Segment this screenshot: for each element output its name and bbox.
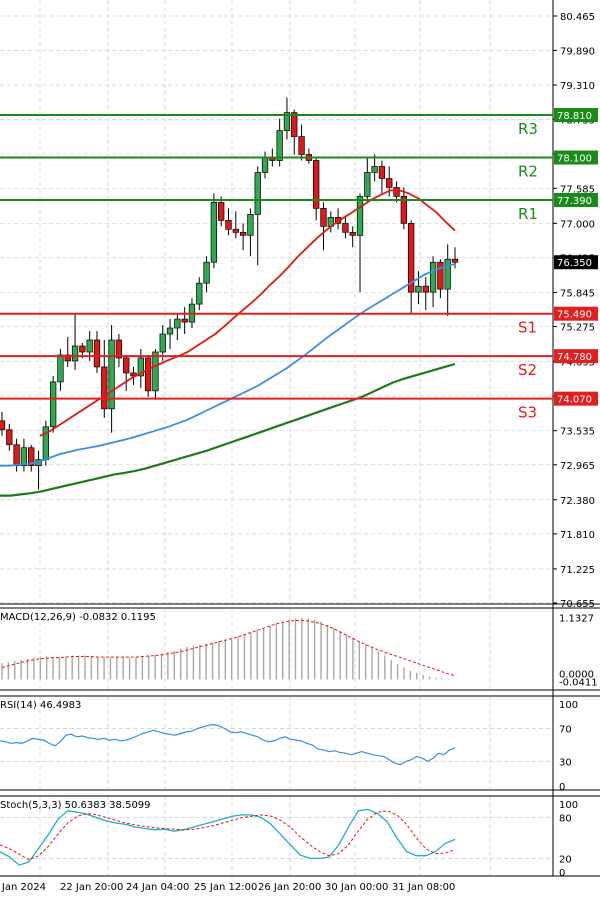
level-name-r3: R3 bbox=[518, 120, 538, 138]
bear-candle bbox=[13, 444, 20, 467]
bull-candle bbox=[356, 196, 364, 236]
macd-signal-line bbox=[1, 620, 456, 677]
rsi-tick-label: 100 bbox=[559, 700, 578, 711]
bear-candle bbox=[181, 318, 188, 323]
bear-candle bbox=[144, 357, 152, 392]
bull-candle bbox=[364, 172, 371, 197]
bull-candle bbox=[86, 339, 93, 353]
level-tag-text-r3: 78.810 bbox=[557, 111, 592, 122]
bear-candle bbox=[320, 208, 327, 227]
price-tick-label: 75.845 bbox=[560, 288, 595, 299]
bear-candle bbox=[93, 339, 101, 368]
level-tag-text-s2: 74.780 bbox=[557, 352, 592, 363]
time-axis-label: 26 Jan 20:00 bbox=[258, 882, 321, 893]
stoch-tick-label: 0 bbox=[559, 868, 565, 879]
macd-tick-label: 1.1327 bbox=[559, 614, 594, 625]
bear-candle bbox=[298, 136, 305, 155]
bull-candle bbox=[276, 130, 283, 161]
price-tick-label: 79.310 bbox=[560, 81, 595, 92]
last-price-text: 76.350 bbox=[557, 258, 592, 269]
level-tag-text-r2: 78.100 bbox=[557, 154, 592, 165]
bear-candle bbox=[342, 222, 349, 233]
time-axis-label: 24 Jan 04:00 bbox=[126, 882, 189, 893]
ma-green-line bbox=[0, 362, 456, 497]
bear-candle bbox=[451, 258, 459, 263]
bear-candle bbox=[378, 166, 386, 179]
bull-candle bbox=[152, 351, 159, 392]
level-name-r1: R1 bbox=[518, 205, 538, 223]
rsi-tick-label: 0 bbox=[559, 782, 565, 793]
bear-candle bbox=[232, 228, 239, 233]
bear-candle bbox=[6, 429, 13, 446]
rsi-title: RSI(14) 46.4983 bbox=[0, 700, 81, 711]
bear-candle bbox=[123, 357, 130, 374]
macd-tick-label: -0.0411 bbox=[559, 678, 598, 689]
stoch-tick-label: 20 bbox=[559, 854, 572, 865]
bull-candle bbox=[20, 447, 28, 467]
bear-candle bbox=[437, 261, 444, 290]
time-axis-label: 31 Jan 08:00 bbox=[392, 882, 455, 893]
time-axis-label: 25 Jan 12:00 bbox=[194, 882, 257, 893]
chart-canvas[interactable]: 80.46579.89079.31078.73578.16077.58577.0… bbox=[0, 0, 600, 896]
bull-candle bbox=[203, 261, 210, 284]
level-name-s3: S3 bbox=[518, 404, 537, 422]
price-tick-label: 80.465 bbox=[560, 12, 595, 23]
time-axis-label: 19 Jan 2024 bbox=[0, 882, 46, 893]
bear-candle bbox=[393, 187, 400, 197]
price-tick-label: 72.965 bbox=[560, 461, 595, 472]
bear-candle bbox=[0, 420, 6, 431]
bull-candle bbox=[415, 285, 422, 293]
bear-candle bbox=[313, 160, 320, 209]
bull-candle bbox=[210, 202, 218, 263]
bull-candle bbox=[49, 381, 57, 428]
bull-candle bbox=[261, 157, 269, 173]
stoch-title: Stoch(5,3,3) 50.6383 38.5099 bbox=[0, 800, 151, 811]
bear-candle bbox=[79, 345, 86, 353]
bull-candle bbox=[174, 318, 181, 329]
bull-candle bbox=[429, 261, 437, 293]
bear-candle bbox=[101, 366, 108, 410]
time-axis-label: 30 Jan 00:00 bbox=[325, 882, 388, 893]
bear-candle bbox=[218, 202, 225, 221]
bear-candle bbox=[422, 285, 429, 293]
level-name-s1: S1 bbox=[518, 319, 537, 337]
bear-candle bbox=[239, 231, 247, 236]
bull-candle bbox=[254, 172, 261, 215]
price-tick-label: 73.535 bbox=[560, 427, 595, 438]
level-tag-text-r1: 77.390 bbox=[557, 196, 592, 207]
candles-group bbox=[0, 97, 459, 490]
price-tick-label: 70.655 bbox=[560, 599, 595, 610]
price-tick-label: 71.810 bbox=[560, 530, 595, 541]
time-axis-label: 22 Jan 20:00 bbox=[60, 882, 123, 893]
trading-chart[interactable]: 80.46579.89079.31078.73578.16077.58577.0… bbox=[0, 0, 600, 896]
price-tick-label: 77.000 bbox=[560, 219, 595, 230]
bull-candle bbox=[371, 166, 378, 173]
bear-candle bbox=[291, 112, 298, 137]
rsi-line bbox=[0, 723, 456, 766]
bull-candle bbox=[444, 258, 451, 290]
bull-candle bbox=[247, 214, 254, 236]
bull-candle bbox=[166, 327, 174, 335]
rsi-tick-label: 70 bbox=[559, 725, 572, 736]
bull-candle bbox=[159, 333, 166, 353]
macd-title: MACD(12,26,9) -0.0832 0.1195 bbox=[0, 612, 156, 623]
bear-candle bbox=[386, 178, 393, 188]
price-tick-label: 75.275 bbox=[560, 323, 595, 334]
level-name-r2: R2 bbox=[518, 163, 538, 181]
bear-candle bbox=[349, 231, 356, 236]
price-tick-label: 72.380 bbox=[560, 496, 595, 507]
stoch-tick-label: 80 bbox=[559, 814, 572, 825]
price-tick-label: 79.890 bbox=[560, 46, 595, 57]
stoch-tick-label: 100 bbox=[559, 800, 578, 811]
bull-candle bbox=[71, 345, 79, 362]
bear-candle bbox=[225, 219, 232, 230]
price-tick-label: 71.225 bbox=[560, 565, 595, 576]
level-tag-text-s1: 75.490 bbox=[557, 310, 592, 321]
bull-candle bbox=[57, 354, 64, 383]
bull-candle bbox=[196, 282, 203, 305]
rsi-tick-label: 30 bbox=[559, 757, 572, 768]
level-tag-text-s3: 74.070 bbox=[557, 395, 592, 406]
level-name-s2: S2 bbox=[518, 361, 537, 379]
